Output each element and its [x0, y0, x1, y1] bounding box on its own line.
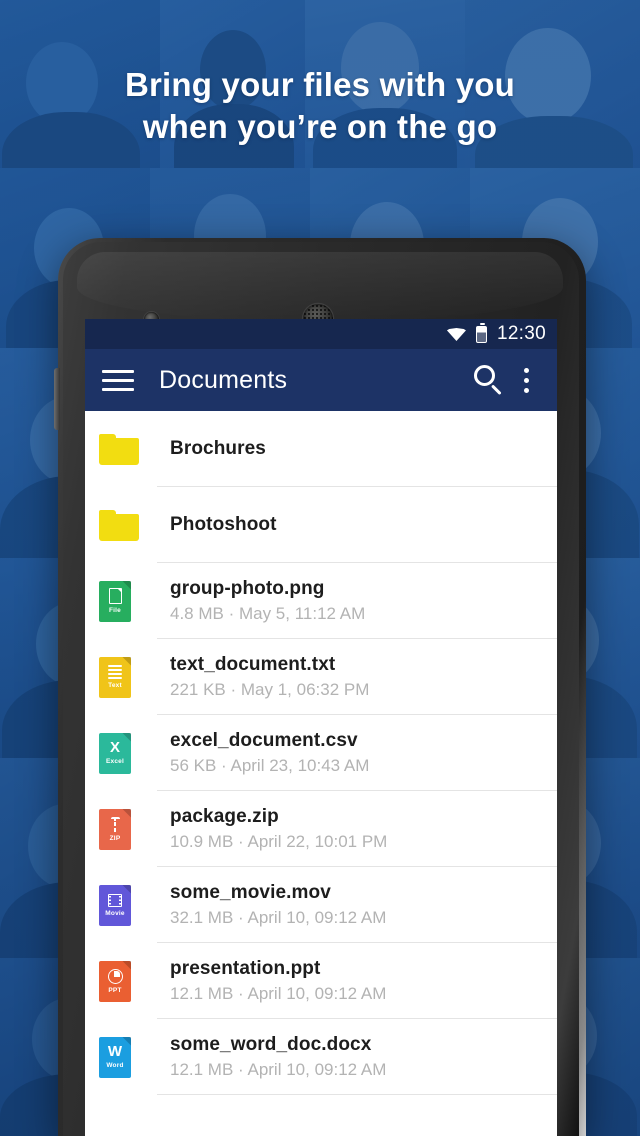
page-fold-corner: [122, 732, 131, 742]
file-text-block: some_movie.mov 32.1 MB · April 10, 09:12 …: [157, 881, 557, 929]
headline: Bring your files with you when you’re on…: [0, 64, 640, 148]
file-movie-icon: Movie: [99, 884, 131, 926]
file-name: group-photo.png: [170, 578, 325, 599]
battery-icon: [475, 322, 487, 343]
page-title: Documents: [159, 365, 288, 394]
file-type-label: File: [109, 606, 121, 614]
page-fold-corner: [122, 960, 131, 970]
phone-screen: 12:30 Documents Brochures Photoshoot File g…: [85, 319, 557, 1136]
file-list-item[interactable]: Text text_document.txt 221 KB · May 1, 06:…: [85, 639, 557, 715]
file-icon-wrapper: File: [99, 580, 157, 622]
file-type-label: ZIP: [109, 834, 121, 842]
file-name: Brochures: [170, 438, 266, 459]
film-glyph: [108, 893, 122, 907]
file-list-item[interactable]: X Excel excel_document.csv 56 KB · April 23…: [85, 715, 557, 791]
app-bar: Documents: [85, 349, 557, 411]
file-type-label: PPT: [108, 986, 122, 994]
file-meta: 10.9 MB · April 22, 10:01 PM: [170, 832, 388, 851]
letter-glyph: X: [109, 738, 120, 756]
file-list-item[interactable]: Movie some_movie.mov 32.1 MB · April 10, 0…: [85, 867, 557, 943]
file-zip-icon: ZIP: [99, 808, 131, 850]
search-icon[interactable]: [467, 359, 509, 401]
wifi-icon: [446, 327, 466, 341]
hamburger-menu-icon[interactable]: [99, 361, 137, 399]
pie-glyph: [107, 968, 123, 984]
file-name: some_word_doc.docx: [170, 1034, 372, 1055]
file-text-block: package.zip 10.9 MB · April 22, 10:01 PM: [157, 805, 557, 853]
status-bar-clock: 12:30: [496, 323, 546, 344]
file-text-block: Brochures: [157, 437, 557, 461]
file-type-label: Word: [106, 1061, 124, 1069]
file-icon-wrapper: Movie: [99, 884, 157, 926]
file-meta: 4.8 MB · May 5, 11:12 AM: [170, 604, 366, 623]
phone-side-button[interactable]: [54, 368, 60, 430]
file-list-item[interactable]: PPT presentation.ppt 12.1 MB · April 10, 0…: [85, 943, 557, 1019]
folder-icon: [99, 509, 139, 541]
zip-glyph: [109, 816, 121, 832]
file-icon-wrapper: W Word: [99, 1036, 157, 1078]
file-meta: 12.1 MB · April 10, 09:12 AM: [170, 1060, 387, 1079]
file-list-item[interactable]: Photoshoot: [85, 487, 557, 563]
file-icon-wrapper: [99, 509, 157, 541]
file-list-item[interactable]: W Word some_word_doc.docx 12.1 MB · April 1…: [85, 1019, 557, 1095]
file-word-icon: W Word: [99, 1036, 131, 1078]
headline-line-1: Bring your files with you: [124, 66, 516, 103]
file-type-label: Text: [108, 682, 122, 689]
file-text-block: some_word_doc.docx 12.1 MB · April 10, 09…: [157, 1033, 557, 1081]
file-icon-wrapper: [99, 433, 157, 465]
page-fold-corner: [122, 884, 131, 894]
page-fold-corner: [122, 808, 131, 818]
page-fold-corner: [122, 580, 131, 590]
page-fold-corner: [122, 656, 131, 666]
file-text-block: text_document.txt 221 KB · May 1, 06:32 P…: [157, 653, 557, 701]
file-type-label: Excel: [106, 757, 124, 765]
file-text-block: excel_document.csv 56 KB · April 23, 10:4…: [157, 729, 557, 777]
file-type-label: Movie: [105, 909, 125, 917]
file-text-block: Photoshoot: [157, 513, 557, 537]
file-name: text_document.txt: [170, 654, 336, 675]
file-list: Brochures Photoshoot File group-photo.png 4.…: [85, 411, 557, 1095]
headline-line-2: when you’re on the go: [142, 108, 498, 145]
phone-mockup: 12:30 Documents Brochures Photoshoot File g…: [54, 238, 586, 1136]
lines-glyph: [108, 665, 122, 679]
file-text-icon: Text: [99, 656, 131, 698]
status-bar: 12:30: [85, 319, 557, 349]
file-meta: 56 KB · April 23, 10:43 AM: [170, 756, 370, 775]
file-list-item[interactable]: Brochures: [85, 411, 557, 487]
file-icon-wrapper: PPT: [99, 960, 157, 1002]
file-png-icon: File: [99, 580, 131, 622]
page-glyph: [108, 587, 122, 604]
file-icon-wrapper: X Excel: [99, 732, 157, 774]
file-excel-icon: X Excel: [99, 732, 131, 774]
file-meta: 221 KB · May 1, 06:32 PM: [170, 680, 370, 699]
file-name: presentation.ppt: [170, 958, 321, 979]
file-icon-wrapper: Text: [99, 656, 157, 698]
file-text-block: group-photo.png 4.8 MB · May 5, 11:12 AM: [157, 577, 557, 625]
overflow-menu-icon[interactable]: [509, 359, 543, 401]
file-name: Photoshoot: [170, 514, 277, 535]
file-list-item[interactable]: ZIP package.zip 10.9 MB · April 22, 10:01 …: [85, 791, 557, 867]
folder-icon: [99, 433, 139, 465]
file-icon-wrapper: ZIP: [99, 808, 157, 850]
page-fold-corner: [122, 1036, 131, 1046]
file-text-block: presentation.ppt 12.1 MB · April 10, 09:1…: [157, 957, 557, 1005]
file-name: excel_document.csv: [170, 730, 358, 751]
file-name: package.zip: [170, 806, 279, 827]
file-name: some_movie.mov: [170, 882, 331, 903]
file-meta: 32.1 MB · April 10, 09:12 AM: [170, 908, 387, 927]
list-divider: [157, 1094, 557, 1095]
file-meta: 12.1 MB · April 10, 09:12 AM: [170, 984, 387, 1003]
file-ppt-icon: PPT: [99, 960, 131, 1002]
file-list-item[interactable]: File group-photo.png 4.8 MB · May 5, 11:12…: [85, 563, 557, 639]
letter-glyph: W: [107, 1042, 123, 1060]
